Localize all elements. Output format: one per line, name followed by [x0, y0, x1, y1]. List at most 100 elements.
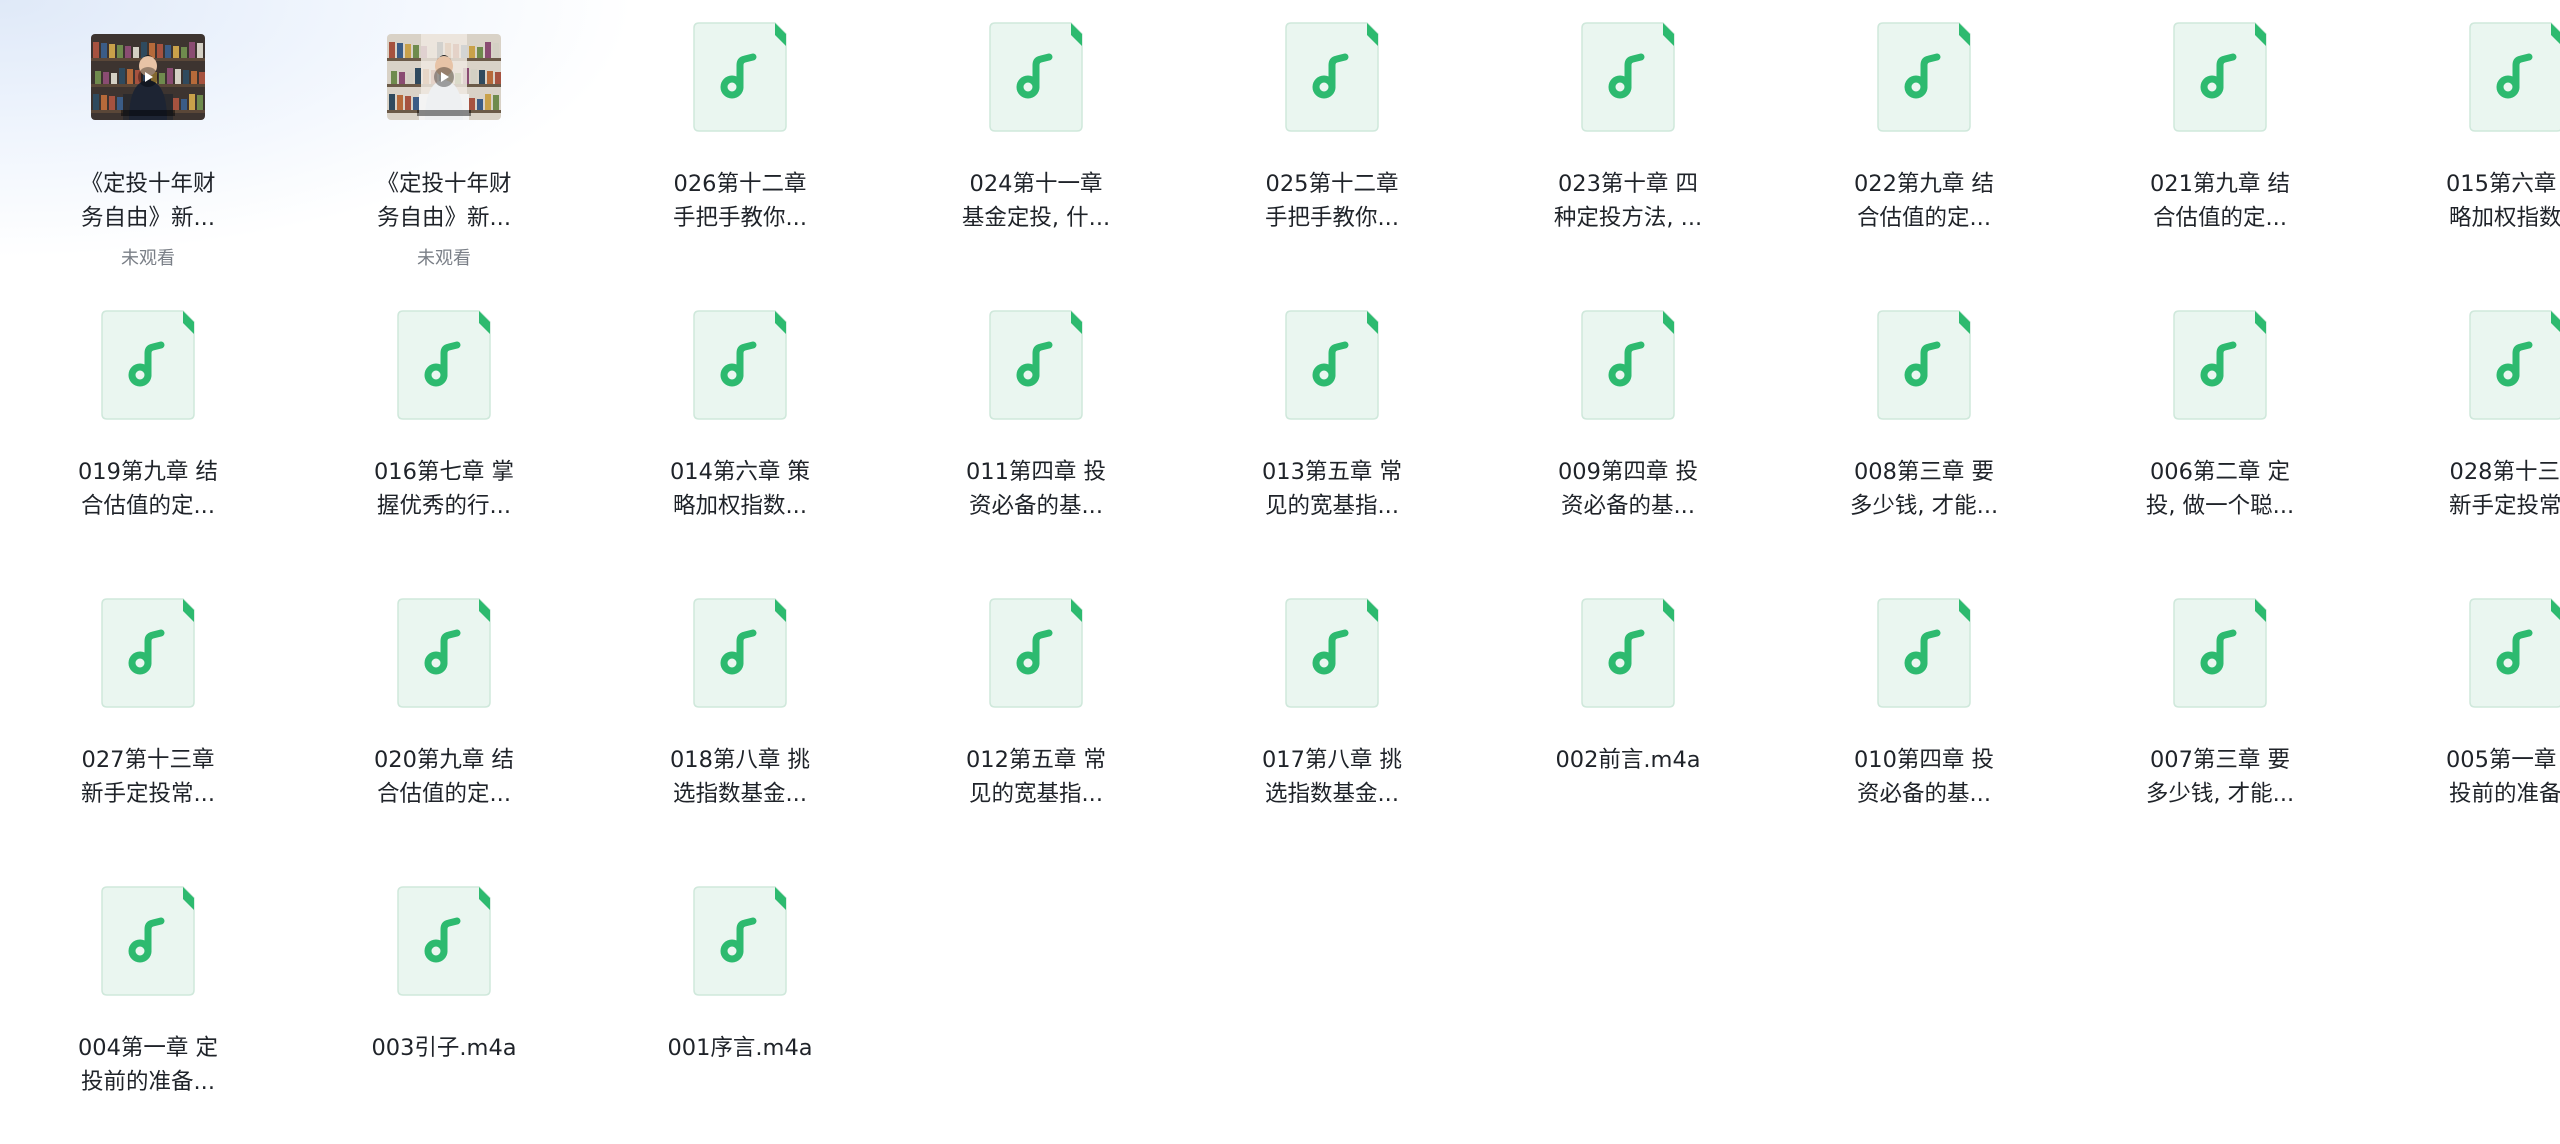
file-name: 008第三章 要多少钱, 才能... — [1784, 455, 2064, 523]
file-name-line: 016第七章 掌 — [373, 459, 515, 485]
file-name-line: 合估值的定... — [1857, 205, 1991, 231]
audio-file-tile[interactable]: 019第九章 结合估值的定... — [0, 288, 296, 568]
audio-file-tile[interactable]: 011第四章 投资必备的基... — [888, 288, 1184, 568]
file-name: 019第九章 结合估值的定... — [8, 455, 288, 523]
audio-file-tile[interactable]: 014第六章 策略加权指数... — [592, 288, 888, 568]
file-name-line: 资必备的基... — [1561, 493, 1695, 519]
file-name: 018第八章 挑选指数基金... — [600, 743, 880, 811]
audio-file-tile[interactable]: 010第四章 投资必备的基... — [1776, 576, 2072, 856]
audio-file-tile[interactable]: 026第十二章 手把手教你... — [592, 0, 888, 280]
music-note-icon — [1581, 598, 1675, 708]
audio-file-tile[interactable]: 012第五章 常见的宽基指... — [888, 576, 1184, 856]
file-name-line: 选指数基金... — [1265, 781, 1399, 807]
file-name-line: 028第十三章 — [2449, 459, 2560, 485]
audio-file-tile[interactable]: 016第七章 掌握优秀的行... — [296, 288, 592, 568]
audio-file-tile[interactable]: 015第六章 策略加权指数... — [2368, 0, 2560, 280]
watch-status-label: 未观看 — [417, 248, 471, 269]
file-name-line: 021第九章 结 — [2149, 171, 2291, 197]
audio-file-tile[interactable]: 027第十三章 新手定投常... — [0, 576, 296, 856]
audio-file-tile[interactable]: 007第三章 要多少钱, 才能... — [2072, 576, 2368, 856]
file-name: 012第五章 常见的宽基指... — [896, 743, 1176, 811]
file-name-line: 新手定投常... — [2449, 493, 2560, 519]
audio-file-tile[interactable]: 004第一章 定投前的准备... — [0, 864, 296, 1144]
music-note-icon — [2173, 598, 2267, 708]
file-name-line: 023第十章 四 — [1557, 171, 1699, 197]
file-name-line: 《定投十年财 — [376, 171, 512, 197]
video-file-tile[interactable]: 《定投十年财 务自由》新... 未观看 — [296, 0, 592, 280]
file-name: 024第十一章 基金定投, 什... — [896, 167, 1176, 235]
file-name: 006第二章 定投, 做一个聪... — [2080, 455, 2360, 523]
music-note-icon — [1285, 598, 1379, 708]
music-note-icon — [989, 598, 1083, 708]
file-name: 022第九章 结合估值的定... — [1784, 167, 2064, 235]
audio-file-tile[interactable]: 009第四章 投资必备的基... — [1480, 288, 1776, 568]
file-name-line: 004第一章 定 — [77, 1035, 219, 1061]
audio-file-tile[interactable]: 020第九章 结合估值的定... — [296, 576, 592, 856]
music-note-icon — [397, 886, 491, 996]
audio-file-tile[interactable]: 005第一章 定投前的准备... — [2368, 576, 2560, 856]
file-name: 020第九章 结合估值的定... — [304, 743, 584, 811]
file-name-line: 见的宽基指... — [1265, 493, 1399, 519]
music-note-icon — [1877, 310, 1971, 420]
file-name-line: 003引子.m4a — [371, 1035, 517, 1061]
music-note-icon — [1581, 22, 1675, 132]
file-name: 023第十章 四种定投方法, ... — [1488, 167, 1768, 235]
file-name: 004第一章 定投前的准备... — [8, 1031, 288, 1099]
file-name-line: 投前的准备... — [81, 1069, 215, 1095]
audio-file-tile[interactable]: 003引子.m4a — [296, 864, 592, 1144]
audio-file-tile[interactable]: 013第五章 常见的宽基指... — [1184, 288, 1480, 568]
audio-file-tile[interactable]: 008第三章 要多少钱, 才能... — [1776, 288, 2072, 568]
file-name-line: 握优秀的行... — [377, 493, 511, 519]
music-note-icon — [1877, 22, 1971, 132]
file-name: 016第七章 掌握优秀的行... — [304, 455, 584, 523]
music-note-icon — [1285, 22, 1379, 132]
file-name-line: 007第三章 要 — [2149, 747, 2291, 773]
audio-file-tile[interactable]: 023第十章 四种定投方法, ... — [1480, 0, 1776, 280]
file-name-line: 合估值的定... — [377, 781, 511, 807]
file-name-line: 014第六章 策 — [669, 459, 811, 485]
file-name-line: 026第十二章 — [673, 171, 807, 197]
music-note-icon — [2173, 310, 2267, 420]
music-note-icon — [1877, 598, 1971, 708]
music-note-icon — [989, 22, 1083, 132]
audio-file-tile[interactable]: 025第十二章 手把手教你... — [1184, 0, 1480, 280]
video-thumb-2[interactable] — [387, 34, 501, 120]
file-name-line: 018第八章 挑 — [669, 747, 811, 773]
file-name-line: 基金定投, 什... — [961, 205, 1111, 231]
audio-file-tile[interactable]: 024第十一章 基金定投, 什... — [888, 0, 1184, 280]
file-name-line: 013第五章 常 — [1261, 459, 1403, 485]
audio-file-tile[interactable]: 022第九章 结合估值的定... — [1776, 0, 2072, 280]
music-note-icon — [693, 310, 787, 420]
audio-file-tile[interactable]: 018第八章 挑选指数基金... — [592, 576, 888, 856]
file-name: 009第四章 投资必备的基... — [1488, 455, 1768, 523]
audio-file-tile[interactable]: 017第八章 挑选指数基金... — [1184, 576, 1480, 856]
music-note-icon — [397, 598, 491, 708]
file-name-line: 手把手教你... — [673, 205, 807, 231]
file-name: 014第六章 策略加权指数... — [600, 455, 880, 523]
video-thumb-1[interactable] — [91, 34, 205, 120]
file-name-line: 022第九章 结 — [1853, 171, 1995, 197]
music-note-icon — [989, 310, 1083, 420]
file-name: 027第十三章 新手定投常... — [8, 743, 288, 811]
audio-file-tile[interactable]: 028第十三章新手定投常... — [2368, 288, 2560, 568]
file-name: 001序言.m4a — [600, 1031, 880, 1065]
file-name-line: 种定投方法, ... — [1553, 205, 1703, 231]
file-name-line: 多少钱, 才能... — [2145, 781, 2295, 807]
audio-file-tile[interactable]: 021第九章 结合估值的定... — [2072, 0, 2368, 280]
audio-file-tile[interactable]: 006第二章 定投, 做一个聪... — [2072, 288, 2368, 568]
file-name: 002前言.m4a — [1488, 743, 1768, 777]
file-name-line: 《定投十年财 — [80, 171, 216, 197]
file-name-line: 002前言.m4a — [1555, 747, 1701, 773]
audio-file-tile[interactable]: 002前言.m4a — [1480, 576, 1776, 856]
video-file-tile[interactable]: 《定投十年财 务自由》新... 未观看 — [0, 0, 296, 280]
file-name-line: 025第十二章 — [1265, 171, 1399, 197]
music-note-icon — [101, 886, 195, 996]
music-note-icon — [2173, 22, 2267, 132]
file-name: 026第十二章 手把手教你... — [600, 167, 880, 235]
music-note-icon — [1285, 310, 1379, 420]
audio-file-tile[interactable]: 001序言.m4a — [592, 864, 888, 1144]
file-name-line: 略加权指数... — [673, 493, 807, 519]
file-name-line: 手把手教你... — [1265, 205, 1399, 231]
music-note-icon — [2469, 22, 2560, 132]
file-name: 005第一章 定投前的准备... — [2376, 743, 2560, 811]
